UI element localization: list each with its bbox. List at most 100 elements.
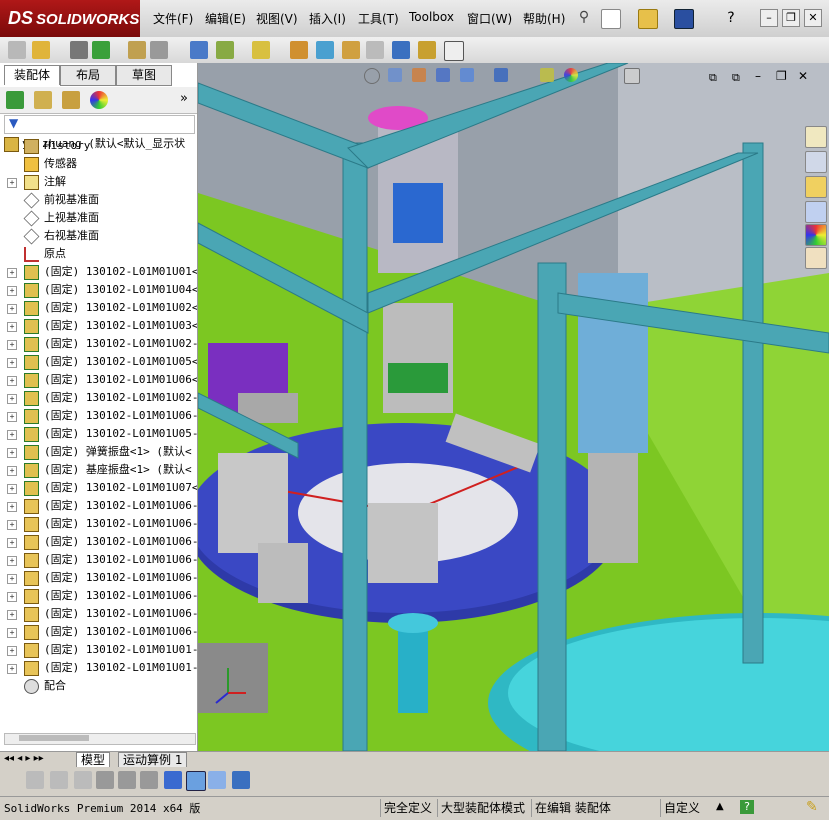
view-orientation-icon[interactable] xyxy=(460,68,474,82)
solidworks-logo[interactable]: DS SOLIDWORKS xyxy=(0,0,140,37)
viewport-restore-icon[interactable]: ❐ xyxy=(776,69,787,83)
expand-toggle-icon[interactable]: + xyxy=(7,340,17,350)
menu-view[interactable]: 视图(V) xyxy=(256,10,298,27)
expand-toggle-icon[interactable]: + xyxy=(7,466,17,476)
expand-toggle-icon[interactable]: + xyxy=(7,376,17,386)
expand-toggle-icon[interactable]: + xyxy=(7,664,17,674)
view-tool-3-icon[interactable] xyxy=(74,771,92,789)
render-view-icon[interactable] xyxy=(232,771,250,789)
expand-toggle-icon[interactable]: + xyxy=(7,556,17,566)
shaded-view-icon[interactable] xyxy=(186,771,206,791)
graphics-area[interactable]: ⧉ ⧉ – ❐ ✕ xyxy=(198,63,829,751)
viewport-split-2-icon[interactable]: ⧉ xyxy=(732,71,740,85)
hide-show-items-icon[interactable] xyxy=(540,68,554,82)
previous-view-icon[interactable] xyxy=(412,68,426,82)
new-motion-study-icon[interactable] xyxy=(290,41,308,59)
expand-toggle-icon[interactable]: + xyxy=(7,448,17,458)
edit-appearance-icon[interactable] xyxy=(564,68,578,82)
minimize-button[interactable]: – xyxy=(760,9,778,27)
viewport-close-icon[interactable]: ✕ xyxy=(798,69,808,83)
edit-component-icon[interactable] xyxy=(8,41,26,59)
display-manager-tab-icon[interactable] xyxy=(90,91,108,109)
featuremanager-tab-icon[interactable] xyxy=(6,91,24,109)
tree-scrollbar[interactable] xyxy=(4,733,196,745)
expand-toggle-icon[interactable]: + xyxy=(7,322,17,332)
expand-toggle-icon[interactable]: + xyxy=(7,268,17,278)
view-tool-2-icon[interactable] xyxy=(50,771,68,789)
tab-layout[interactable]: 布局 xyxy=(60,65,116,86)
expand-toggle-icon[interactable]: + xyxy=(7,538,17,548)
bill-of-materials-icon[interactable] xyxy=(316,41,334,59)
pin-icon[interactable]: ⚲ xyxy=(575,9,593,27)
custom-properties-icon[interactable] xyxy=(805,247,827,269)
configurationmanager-tab-icon[interactable] xyxy=(62,91,80,109)
smart-fasteners-icon[interactable] xyxy=(128,41,146,59)
expand-toggle-icon[interactable]: + xyxy=(7,610,17,620)
expand-toggle-icon[interactable]: + xyxy=(7,646,17,656)
menu-file[interactable]: 文件(F) xyxy=(153,10,193,27)
insert-components-icon[interactable] xyxy=(32,41,50,59)
explode-line-icon[interactable] xyxy=(366,41,384,59)
status-custom-units[interactable]: 自定义 xyxy=(660,799,703,817)
design-library-icon[interactable] xyxy=(805,151,827,173)
close-button[interactable]: ✕ xyxy=(804,9,822,27)
expand-toggle-icon[interactable]: + xyxy=(7,628,17,638)
status-help-icon[interactable]: ? xyxy=(740,800,754,814)
view-tool-4-icon[interactable] xyxy=(96,771,114,789)
expand-arrows-icon[interactable]: » xyxy=(180,91,188,106)
instant3d-icon[interactable] xyxy=(444,41,464,61)
menu-edit[interactable]: 编辑(E) xyxy=(205,10,246,27)
zoom-to-fit-icon[interactable] xyxy=(364,68,380,84)
save-icon[interactable] xyxy=(674,9,694,29)
menu-insert[interactable]: 插入(I) xyxy=(309,10,346,27)
tab-sketch[interactable]: 草图 xyxy=(116,65,172,86)
status-large-assembly-mode[interactable]: 大型装配体模式 xyxy=(437,799,528,817)
menu-tools[interactable]: 工具(T) xyxy=(358,10,399,27)
expand-toggle-icon[interactable]: + xyxy=(7,592,17,602)
view-tool-6-icon[interactable] xyxy=(140,771,158,789)
filter-bar[interactable]: ▼ xyxy=(4,115,195,134)
expand-toggle-icon[interactable]: + xyxy=(7,520,17,530)
section-view-icon[interactable] xyxy=(436,68,450,82)
solidworks-resources-icon[interactable] xyxy=(805,126,827,148)
move-component-icon[interactable] xyxy=(150,41,168,59)
show-hidden-icon[interactable] xyxy=(190,41,208,59)
funnel-icon[interactable]: ▼ xyxy=(9,116,18,130)
exploded-view-icon[interactable] xyxy=(342,41,360,59)
scrollbar-thumb[interactable] xyxy=(19,735,89,741)
viewport-minimize-icon[interactable]: – xyxy=(755,69,761,83)
rebuild-icon[interactable]: ✎ xyxy=(806,799,818,815)
expand-toggle-icon[interactable]: + xyxy=(7,502,17,512)
propertymanager-tab-icon[interactable] xyxy=(34,91,52,109)
interference-detection-icon[interactable] xyxy=(392,41,410,59)
mate-tool-icon[interactable] xyxy=(70,41,88,59)
expand-toggle-icon[interactable]: + xyxy=(7,412,17,422)
open-folder-icon[interactable] xyxy=(638,9,658,29)
units-dropdown-icon[interactable]: ▲ xyxy=(716,801,724,812)
expand-toggle-icon[interactable]: + xyxy=(7,286,17,296)
tab-assembly[interactable]: 装配体 xyxy=(4,65,60,85)
view-tool-5-icon[interactable] xyxy=(118,771,136,789)
expand-toggle-icon[interactable]: + xyxy=(7,430,17,440)
tab-scroll-arrows-icon[interactable]: ◂◂ ◂ ▸ ▸▸ xyxy=(4,753,44,764)
expand-toggle-icon[interactable]: + xyxy=(7,484,17,494)
restore-button[interactable]: ❐ xyxy=(782,9,800,27)
linear-pattern-icon[interactable] xyxy=(92,41,110,59)
new-document-icon[interactable] xyxy=(601,9,621,29)
expand-toggle-icon[interactable]: + xyxy=(7,304,17,314)
tiled-view-icon[interactable] xyxy=(208,771,226,789)
display-style-icon[interactable] xyxy=(494,68,508,82)
file-explorer-icon[interactable] xyxy=(805,176,827,198)
menu-toolbox[interactable]: Toolbox xyxy=(409,10,454,24)
reference-geometry-icon[interactable] xyxy=(252,41,270,59)
view-tool-1-icon[interactable] xyxy=(26,771,44,789)
view-settings-icon[interactable] xyxy=(624,68,640,84)
menu-help[interactable]: 帮助(H) xyxy=(523,10,565,27)
view-palette-icon[interactable] xyxy=(805,201,827,223)
expand-toggle-icon[interactable]: + xyxy=(7,358,17,368)
menu-window[interactable]: 窗口(W) xyxy=(467,10,512,27)
expand-toggle-icon[interactable]: + xyxy=(7,574,17,584)
help-icon[interactable]: ? xyxy=(722,9,740,27)
zoom-area-icon[interactable] xyxy=(388,68,402,82)
clearance-verification-icon[interactable] xyxy=(418,41,436,59)
